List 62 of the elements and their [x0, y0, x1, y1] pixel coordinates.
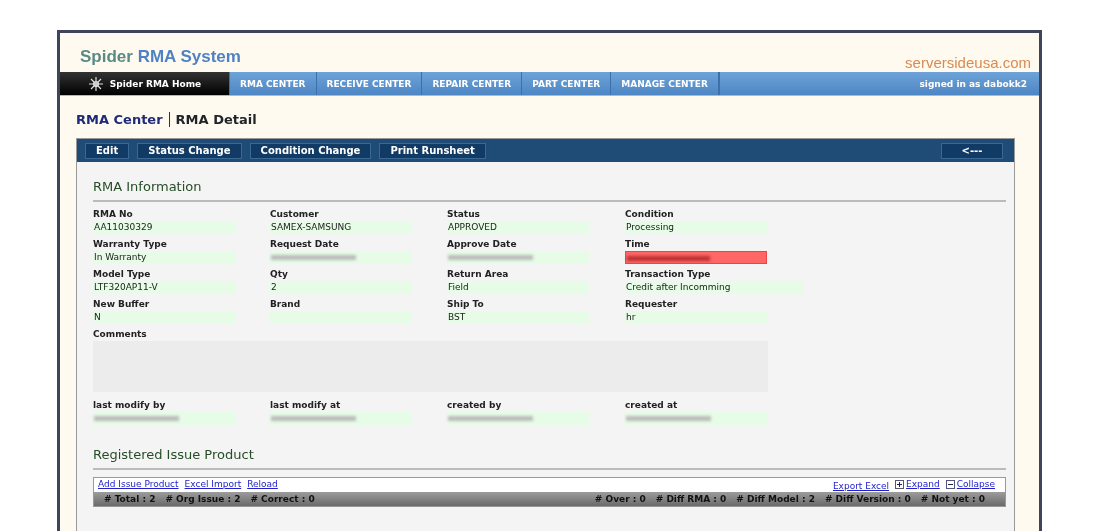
action-link[interactable]: Export Excel — [832, 480, 890, 491]
section-title: Registered Issue Product — [93, 439, 1006, 470]
field-value: hr — [625, 311, 767, 324]
field-value: APPROVED — [447, 221, 589, 234]
field-value: Processing — [625, 221, 767, 234]
back-button[interactable]: <--- — [941, 142, 1003, 159]
action-link[interactable]: Collapse — [945, 479, 995, 489]
user-label: signed in as dabokk2 — [718, 72, 1039, 95]
field-value: N — [93, 311, 235, 324]
field-value: LTF320AP11-V — [93, 281, 235, 294]
field-label: Requester — [625, 298, 679, 311]
field-label: Transaction Type — [625, 268, 712, 281]
field-value: Credit after Incomming — [625, 281, 803, 294]
field-label: RMA No — [93, 208, 134, 221]
toolbar-button[interactable]: Condition Change — [249, 142, 372, 159]
stat-text: # Correct : 0 — [250, 493, 315, 504]
field-label: Condition — [625, 208, 675, 221]
site-name: serversideusa.com — [905, 54, 1031, 72]
field-label: Ship To — [447, 298, 485, 311]
logo-text: Spider — [80, 47, 133, 66]
action-link[interactable]: Expand — [895, 479, 940, 489]
action-link[interactable]: Excel Import — [184, 479, 242, 489]
field-value: Field — [447, 281, 589, 294]
stat-text: # Over : 0 — [594, 493, 646, 504]
field-label: last modify by — [93, 399, 167, 412]
field-label: Qty — [270, 268, 289, 281]
field-label: Time — [625, 238, 651, 251]
field-label: Model Type — [93, 268, 152, 281]
stat-text: # Diff Model : 2 — [736, 493, 815, 504]
field-value: 2 — [270, 281, 412, 294]
field-label: Request Date — [270, 238, 340, 251]
field-label: Warranty Type — [93, 238, 168, 251]
nav-tab[interactable]: Spider RMA Home — [60, 72, 230, 95]
field-label: New Buffer — [93, 298, 151, 311]
field-label: Brand — [270, 298, 302, 311]
toolbar-button[interactable]: Status Change — [137, 142, 242, 159]
field-value: AA11030329 — [93, 221, 235, 234]
field-label: Comments — [93, 328, 148, 341]
field-value: BST — [447, 311, 589, 324]
action-link[interactable]: Add Issue Product — [98, 479, 179, 489]
field-label: created by — [447, 399, 503, 412]
stat-text: # Org Issue : 2 — [165, 493, 241, 504]
stat-text: # Not yet : 0 — [920, 493, 985, 504]
field-label: Return Area — [447, 268, 510, 281]
page-title: RMA Detail — [175, 112, 257, 127]
field-label: Approve Date — [447, 238, 518, 251]
toolbar-button[interactable]: Edit — [85, 142, 130, 159]
stat-text: # Total : 2 — [104, 493, 156, 504]
field-value: SAMEX-SAMSUNG — [270, 221, 412, 234]
field-label: Customer — [270, 208, 320, 221]
field-label: Status — [447, 208, 481, 221]
breadcrumb-link[interactable]: RMA Center — [76, 112, 163, 127]
section-title: RMA Information — [93, 162, 1006, 202]
logo-text: RMA System — [137, 47, 241, 66]
action-link[interactable]: Reload — [247, 479, 278, 489]
field-label: last modify at — [270, 399, 342, 412]
toolbar-button[interactable]: Print Runsheet — [379, 142, 486, 159]
spider-icon — [87, 75, 104, 92]
field-value: In Warranty — [93, 251, 235, 264]
field-label: created at — [625, 399, 679, 412]
stat-text: # Diff Version : 0 — [824, 493, 911, 504]
stat-text: # Diff RMA : 0 — [655, 493, 727, 504]
